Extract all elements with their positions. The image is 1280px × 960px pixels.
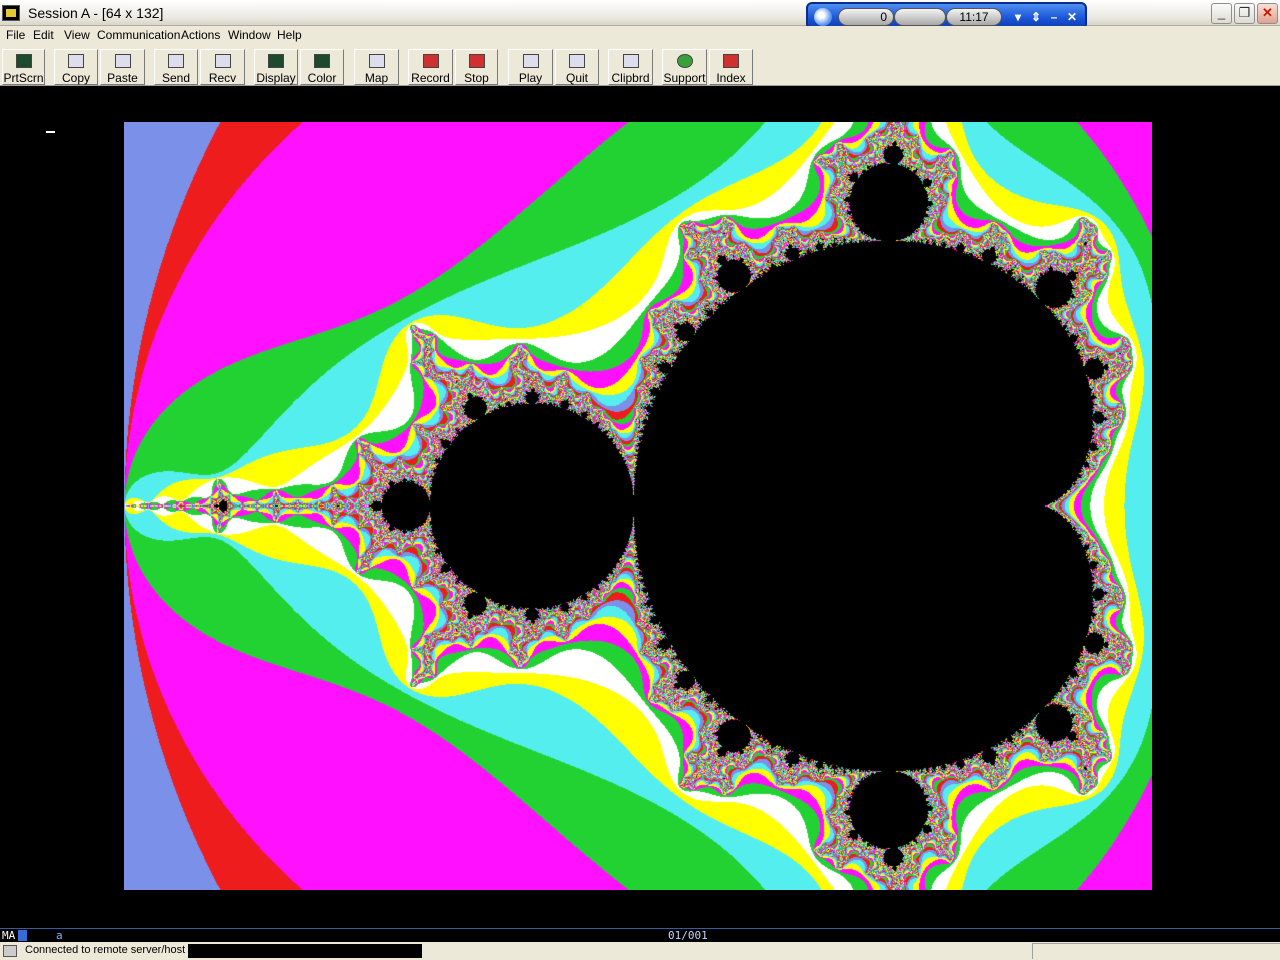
att-globe-icon[interactable]: [814, 8, 832, 26]
status-bar: Connected to remote server/host: [0, 942, 1280, 960]
paste-button[interactable]: Paste: [100, 49, 145, 85]
oia-mode: MA: [2, 929, 16, 942]
menu-window[interactable]: Window: [226, 28, 273, 42]
text-cursor: [46, 131, 55, 133]
status-panel: [1032, 943, 1280, 959]
copy-button[interactable]: Copy: [54, 49, 98, 85]
quit-icon: [569, 54, 585, 68]
connection-icon: [3, 945, 17, 957]
play-icon: [522, 54, 539, 68]
att-slider[interactable]: [894, 8, 946, 26]
printer-icon: [15, 54, 32, 68]
display-button[interactable]: Display: [254, 49, 298, 85]
color-button[interactable]: Color: [300, 49, 344, 85]
receive-icon: [214, 54, 231, 68]
support-label: Support: [663, 71, 706, 85]
send-button[interactable]: Send: [154, 49, 198, 85]
clipbrd-button[interactable]: Clipbrd: [608, 49, 653, 85]
quit-button[interactable]: Quit: [555, 49, 599, 85]
display-label: Display: [256, 71, 296, 85]
minimize-button[interactable]: _: [1211, 3, 1232, 24]
index-button[interactable]: Index: [709, 49, 753, 85]
color-label: Color: [307, 71, 337, 85]
map-button[interactable]: Map: [354, 49, 399, 85]
index-label: Index: [716, 71, 746, 85]
copy-icon: [68, 54, 84, 68]
menu-communication[interactable]: Communication: [95, 28, 182, 42]
toolbar: PrtScrn Copy Paste Send Recv Display Col…: [0, 46, 1280, 86]
clipbrd-label: Clipbrd: [611, 71, 650, 85]
mandelbrot-image: [124, 122, 1152, 890]
record-icon: [422, 54, 439, 68]
color-icon: [314, 54, 330, 68]
send-icon: [168, 54, 184, 68]
recv-button[interactable]: Recv: [200, 49, 245, 85]
oia-indicator: a: [56, 929, 63, 942]
stop-label: Stop: [464, 71, 489, 85]
keyboard-map-icon: [368, 54, 385, 68]
prtscrn-button[interactable]: PrtScrn: [2, 49, 45, 85]
globe-icon: [676, 54, 693, 68]
close-button[interactable]: ✕: [1257, 3, 1278, 24]
window-title: Session A - [64 x 132]: [28, 5, 164, 21]
copy-label: Copy: [61, 71, 90, 85]
cursor-position: 01/001: [668, 929, 708, 942]
restore-button[interactable]: ❐: [1234, 3, 1255, 24]
record-label: Record: [411, 71, 450, 85]
att-close-icon[interactable]: ✕: [1064, 8, 1080, 26]
title-bar: Session A - [64 x 132] 0 11:17 ▾ ⇕ – ✕ _…: [0, 0, 1280, 30]
paste-label: Paste: [107, 71, 138, 85]
att-time: 11:17: [946, 8, 1002, 26]
operator-info-area: MA a 01/001: [0, 928, 1280, 942]
terminal-app-icon[interactable]: [2, 5, 20, 21]
record-button[interactable]: Record: [408, 49, 453, 85]
status-redacted-host: [188, 944, 422, 958]
index-icon: [723, 54, 739, 68]
att-dropdown-icon[interactable]: ▾: [1010, 8, 1026, 26]
menu-help[interactable]: Help: [275, 28, 304, 42]
play-label: Play: [518, 71, 543, 85]
menu-edit[interactable]: Edit: [31, 28, 56, 42]
terminal-screen[interactable]: [0, 87, 1280, 928]
oia-indicator-block: [18, 930, 27, 941]
att-updown-icon[interactable]: ⇕: [1028, 8, 1044, 26]
stop-icon: [468, 54, 485, 68]
att-counter: 0: [838, 8, 894, 26]
prtscrn-label: PrtScrn: [3, 71, 44, 85]
att-minimize-icon[interactable]: –: [1046, 8, 1062, 26]
send-label: Send: [161, 71, 191, 85]
paste-icon: [114, 54, 131, 68]
stop-button[interactable]: Stop: [455, 49, 498, 85]
menu-actions[interactable]: Actions: [179, 28, 222, 42]
menu-bar: File Edit View Communication Actions Win…: [0, 26, 1280, 46]
menu-file[interactable]: File: [4, 28, 27, 42]
menu-view[interactable]: View: [62, 28, 92, 42]
display-icon: [268, 54, 284, 68]
recv-label: Recv: [208, 71, 237, 85]
clipboard-icon: [622, 54, 639, 68]
quit-label: Quit: [565, 71, 588, 85]
status-text: Connected to remote server/host: [25, 944, 186, 956]
map-label: Map: [364, 71, 389, 85]
play-button[interactable]: Play: [508, 49, 553, 85]
support-button[interactable]: Support: [662, 49, 707, 85]
